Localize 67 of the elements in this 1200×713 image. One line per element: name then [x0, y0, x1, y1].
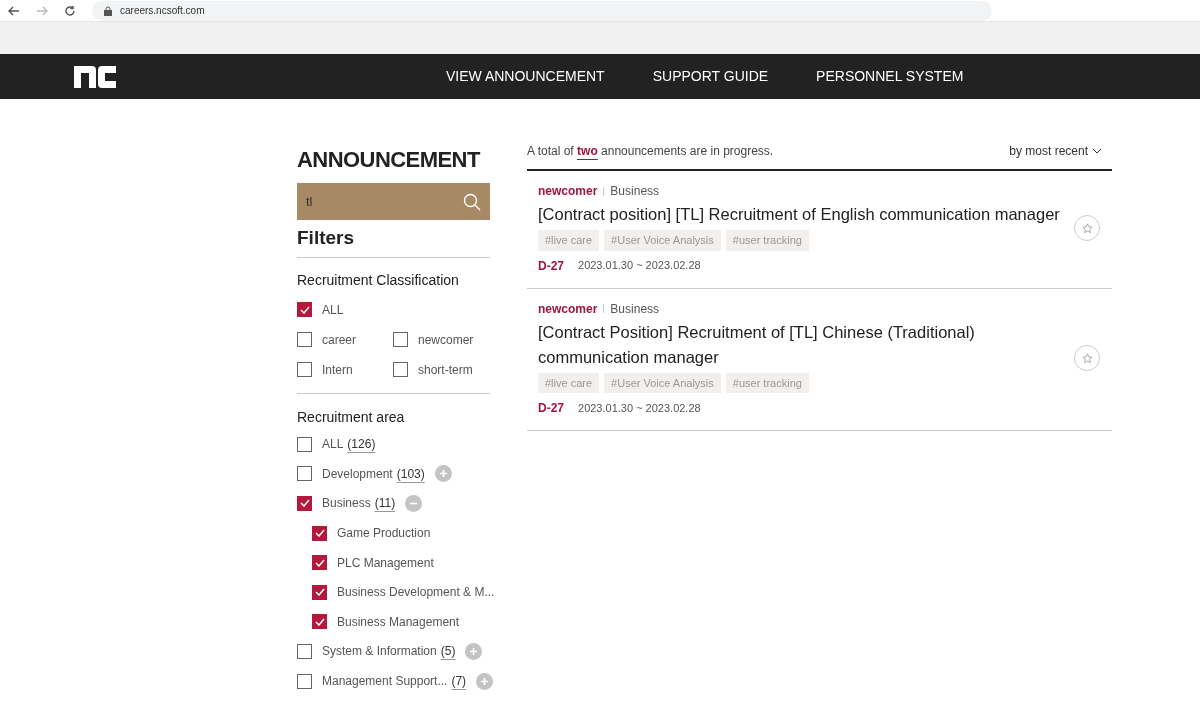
plus-icon [480, 676, 490, 686]
page-title: ANNOUNCEMENT [297, 146, 480, 174]
checkbox[interactable] [297, 302, 312, 317]
sort-dropdown[interactable]: by most recent [1009, 142, 1102, 160]
nav-link[interactable]: SUPPORT GUIDE [652, 66, 769, 87]
star-icon [1081, 352, 1093, 364]
section-heading: Recruitment Classification [297, 270, 460, 290]
logo-icon[interactable] [74, 65, 116, 88]
checkbox-label: PLC Management [337, 554, 434, 572]
announcement-title[interactable]: [Contract Position] Recruitment of [TL] Chinese (Traditional) communication manager [538, 319, 1068, 370]
search-icon[interactable] [463, 192, 481, 211]
checkbox-label: Business Development & M... [337, 584, 495, 602]
checkbox-label: Game Production [337, 525, 431, 543]
results-summary: A total of two announcements are in progress. [527, 143, 774, 160]
lock-icon [104, 5, 112, 16]
announcement-title[interactable]: [Contract position] [TL] Recruitment of English communication manager [538, 202, 1068, 227]
application-period: 2023.01.30 ~ 2023.02.28 [578, 400, 701, 416]
section-heading: Recruitment area [297, 407, 406, 427]
search-value: tl [306, 192, 313, 211]
checkbox-label: ALL [322, 436, 344, 454]
checkbox-label: Intern [322, 361, 353, 379]
checkbox[interactable] [297, 362, 312, 377]
checkbox[interactable] [312, 525, 327, 541]
count-link[interactable]: (7) [451, 672, 467, 691]
checkbox[interactable] [297, 436, 312, 452]
checkbox[interactable] [297, 496, 312, 511]
application-period: 2023.01.30 ~ 2023.02.28 [578, 258, 701, 274]
checkbox[interactable] [297, 466, 312, 482]
plus-icon [469, 646, 479, 656]
checkbox[interactable] [297, 643, 312, 659]
count-link[interactable]: (5) [440, 642, 456, 661]
recruitment-area: Business [610, 299, 660, 318]
recruitment-area: Business [610, 182, 660, 200]
nav-link[interactable]: VIEW ANNOUNCEMENT [446, 66, 605, 87]
chevron-down-icon [1092, 148, 1102, 154]
count-link[interactable]: (11) [374, 494, 396, 513]
reload-icon[interactable] [64, 4, 76, 17]
address-bar[interactable]: careers.ncsoft.com [92, 0, 992, 21]
recruitment-type: newcomer [538, 183, 598, 200]
checkbox-label: Business [322, 495, 371, 513]
back-icon[interactable] [8, 4, 20, 17]
checkbox[interactable] [312, 614, 327, 630]
checkbox-label: newcomer [418, 331, 474, 349]
checkbox-label: short-term [418, 361, 473, 379]
filters-heading: Filters [297, 224, 490, 258]
checkbox[interactable] [312, 584, 327, 600]
count-link[interactable]: (103) [396, 464, 425, 483]
checkbox-label: Business Management [337, 613, 460, 631]
checkbox-label: Management Support... [322, 673, 448, 691]
d-day-label: D-27 [538, 400, 564, 417]
star-icon [1081, 222, 1093, 234]
checkbox-label: ALL [322, 301, 344, 319]
checkbox-label: Development [322, 465, 393, 483]
checkbox[interactable] [393, 362, 408, 377]
checkbox[interactable] [312, 555, 327, 571]
checkbox[interactable] [297, 332, 312, 347]
url-text: careers.ncsoft.com [120, 4, 205, 18]
checkbox[interactable] [393, 332, 408, 347]
checkbox-label: System & Information [322, 643, 437, 661]
d-day-label: D-27 [538, 257, 564, 275]
checkbox-label: career [322, 331, 356, 349]
count-link[interactable]: (126) [347, 435, 376, 454]
checkbox[interactable] [297, 673, 312, 689]
nav-link[interactable]: PERSONNEL SYSTEM [816, 66, 964, 87]
plus-icon [438, 469, 448, 479]
search-field[interactable]: tl [297, 183, 490, 220]
recruitment-type: newcomer [538, 300, 598, 318]
